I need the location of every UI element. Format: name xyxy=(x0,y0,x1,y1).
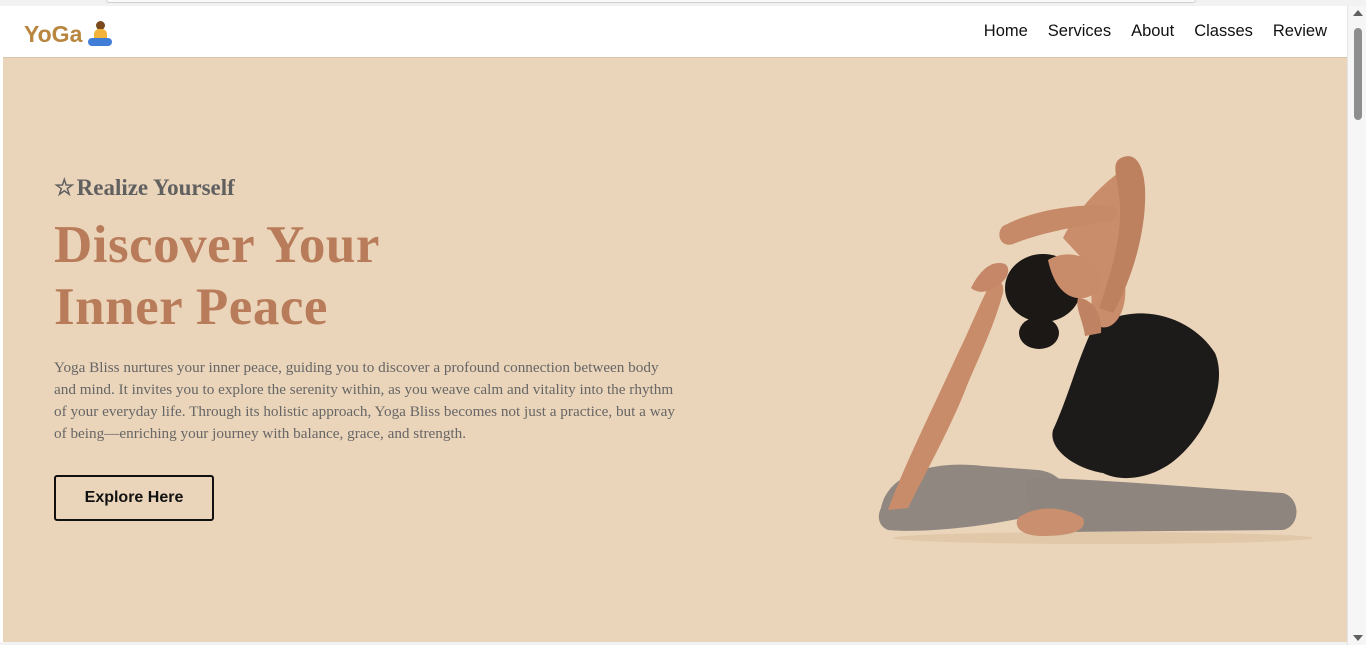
explore-here-button[interactable]: Explore Here xyxy=(54,475,214,521)
logo[interactable]: YoGa xyxy=(24,19,113,49)
scrollbar-thumb[interactable] xyxy=(1354,28,1362,120)
nav-link-review[interactable]: Review xyxy=(1273,21,1327,41)
logo-text: YoGa xyxy=(24,20,83,47)
page-scrollbar[interactable] xyxy=(1347,6,1366,645)
hero-eyebrow: ☆ Realize Yourself xyxy=(54,175,235,201)
star-icon: ☆ xyxy=(54,175,75,200)
page-viewport: YoGa Home Services About Classes Review … xyxy=(3,6,1347,642)
headline-line-1: Discover Your xyxy=(54,216,380,274)
scroll-up-arrow-icon[interactable] xyxy=(1353,10,1363,16)
hero-headline: Discover Your Inner Peace xyxy=(54,214,380,338)
navbar: YoGa Home Services About Classes Review xyxy=(3,6,1347,58)
lotus-person-icon xyxy=(88,21,113,47)
nav-link-services[interactable]: Services xyxy=(1048,21,1111,41)
eyebrow-text: Realize Yourself xyxy=(76,175,235,200)
nav-link-home[interactable]: Home xyxy=(984,21,1028,41)
yoga-pose-image xyxy=(878,156,1313,544)
nav-link-about[interactable]: About xyxy=(1131,21,1174,41)
browser-bar-edge xyxy=(106,0,1196,3)
main-nav: Home Services About Classes Review xyxy=(984,21,1327,41)
nav-link-classes[interactable]: Classes xyxy=(1194,21,1253,41)
headline-line-2: Inner Peace xyxy=(54,278,328,336)
scroll-down-arrow-icon[interactable] xyxy=(1353,635,1363,641)
hero-section: ☆ Realize Yourself Discover Your Inner P… xyxy=(3,58,1347,642)
hero-paragraph: Yoga Bliss nurtures your inner peace, gu… xyxy=(54,359,676,442)
